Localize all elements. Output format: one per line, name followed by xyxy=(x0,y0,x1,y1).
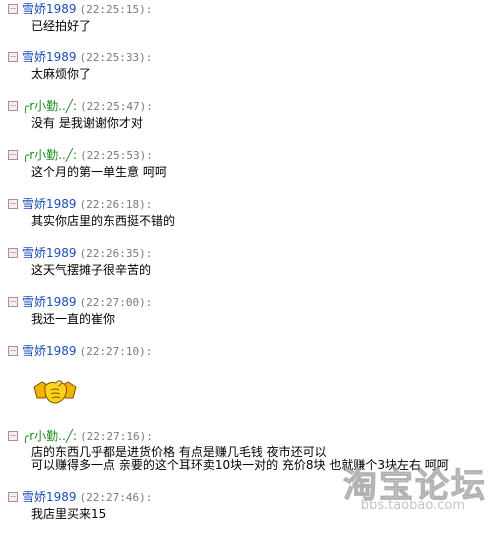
timestamp: (22:26:18): xyxy=(79,198,153,211)
timestamp: (22:25:47): xyxy=(80,100,153,113)
chat-message: 雪娇1989 (22:27:10): xyxy=(0,344,503,422)
timestamp: (22:25:53): xyxy=(80,149,153,162)
sender-name[interactable]: 雪娇1989 xyxy=(22,2,77,16)
message-text: 这天气摆摊子很辛苦的 xyxy=(31,263,152,277)
handshake-icon xyxy=(33,380,77,404)
message-icon xyxy=(8,4,18,14)
message-header: 雪娇1989 (22:26:35): xyxy=(8,246,152,260)
message-icon xyxy=(8,346,18,356)
sender-name[interactable]: 雪娇1989 xyxy=(22,490,77,504)
chat-message: 雪娇1989 (22:26:18): 其实你店里的东西挺不错的 xyxy=(0,197,503,237)
message-icon xyxy=(8,101,18,111)
message-header: 雪娇1989 (22:26:18): xyxy=(8,197,152,211)
sender-name[interactable]: 雪娇1989 xyxy=(22,246,77,260)
timestamp: (22:26:35): xyxy=(79,247,153,260)
message-text: 我店里买来15 xyxy=(31,507,107,521)
message-text: 其实你店里的东西挺不错的 xyxy=(31,214,176,228)
sender-name[interactable]: ╭r小勤..╱: xyxy=(22,99,77,113)
chat-message: 雪娇1989 (22:25:15): 已经拍好了 xyxy=(0,2,503,42)
message-icon xyxy=(8,492,18,502)
message-header: ╭r小勤..╱: (22:25:47): xyxy=(8,99,153,113)
timestamp: (22:25:15): xyxy=(79,3,153,16)
message-header: 雪娇1989 (22:27:46): xyxy=(8,490,152,504)
sender-name[interactable]: 雪娇1989 xyxy=(22,50,77,64)
message-icon xyxy=(8,431,18,441)
timestamp: (22:25:33): xyxy=(79,51,153,64)
chat-message: ╭r小勤..╱: (22:25:47): 没有 是我谢谢你才对 xyxy=(0,99,503,139)
sender-name[interactable]: 雪娇1989 xyxy=(22,295,77,309)
message-header: ╭r小勤..╱: (22:25:53): xyxy=(8,148,153,162)
timestamp: (22:27:46): xyxy=(79,491,153,504)
message-text-line: 可以赚得多一点 亲要的这个耳环卖10块一对的 充价8块 也就赚个3块左右 呵呵 xyxy=(31,458,449,472)
message-header: 雪娇1989 (22:27:00): xyxy=(8,295,152,309)
sender-name[interactable]: 雪娇1989 xyxy=(22,344,77,358)
message-header: ╭r小勤..╱: (22:27:16): xyxy=(8,429,153,443)
message-icon xyxy=(8,297,18,307)
message-text: 已经拍好了 xyxy=(31,19,92,33)
message-text: 我还一直的崔你 xyxy=(31,312,116,326)
message-text: 店的东西几乎都是进货价格 有点是赚几毛钱 夜市还可以 可以赚得多一点 亲要的这个… xyxy=(31,446,449,472)
chat-message: ╭r小勤..╱: (22:25:53): 这个月的第一单生意 呵呵 xyxy=(0,148,503,188)
message-header: 雪娇1989 (22:25:33): xyxy=(8,50,152,64)
chat-message: 雪娇1989 (22:25:33): 太麻烦你了 xyxy=(0,50,503,90)
message-text: 太麻烦你了 xyxy=(31,67,92,81)
message-header: 雪娇1989 (22:27:10): xyxy=(8,344,152,358)
sender-name[interactable]: ╭r小勤..╱: xyxy=(22,429,77,443)
chat-message: 雪娇1989 (22:27:00): 我还一直的崔你 xyxy=(0,295,503,335)
chat-log: 雪娇1989 (22:25:15): 已经拍好了 雪娇1989 (22:25:33)… xyxy=(0,0,503,534)
timestamp: (22:27:16): xyxy=(80,430,153,443)
sender-name[interactable]: ╭r小勤..╱: xyxy=(22,148,77,162)
chat-message: ╭r小勤..╱: (22:27:16): 店的东西几乎都是进货价格 有点是赚几毛钱… xyxy=(0,429,503,479)
message-icon xyxy=(8,52,18,62)
timestamp: (22:27:10): xyxy=(79,345,153,358)
message-header: 雪娇1989 (22:25:15): xyxy=(8,2,152,16)
sender-name[interactable]: 雪娇1989 xyxy=(22,197,77,211)
message-icon xyxy=(8,199,18,209)
chat-message: 雪娇1989 (22:27:46): 我店里买来15 xyxy=(0,490,503,530)
timestamp: (22:27:00): xyxy=(79,296,153,309)
message-text: 这个月的第一单生意 呵呵 xyxy=(31,165,167,179)
chat-message: 雪娇1989 (22:26:35): 这天气摆摊子很辛苦的 xyxy=(0,246,503,286)
message-icon xyxy=(8,150,18,160)
message-icon xyxy=(8,248,18,258)
message-text: 没有 是我谢谢你才对 xyxy=(31,116,143,130)
